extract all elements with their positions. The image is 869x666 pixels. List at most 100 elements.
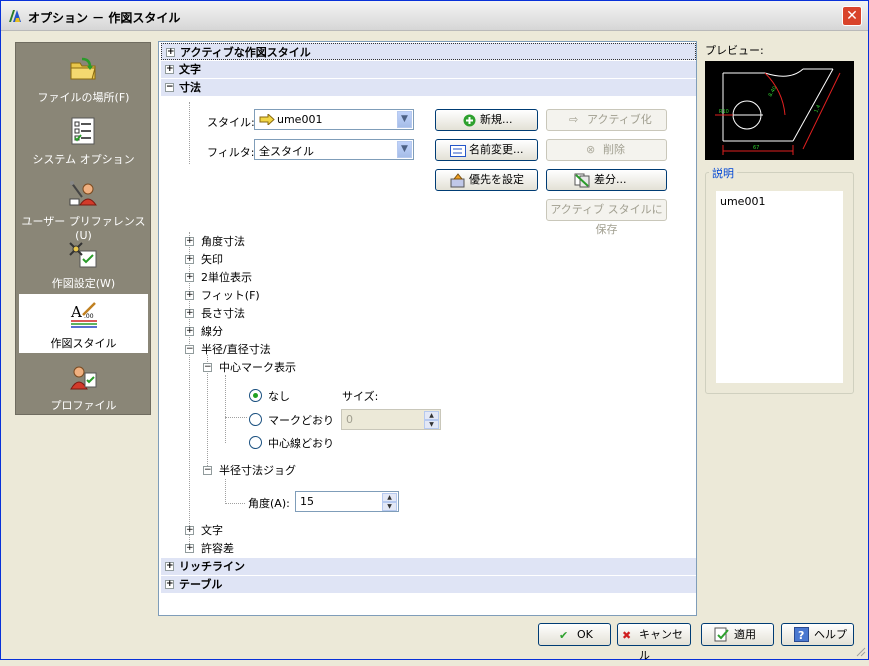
expand-icon[interactable]: +	[185, 544, 194, 553]
tree-item-label: 長さ寸法	[201, 307, 245, 320]
tree-guide-line	[225, 479, 226, 504]
activate-button[interactable]: ⇨ アクティブ化	[546, 109, 667, 131]
checkmark-icon: ✔	[559, 629, 569, 642]
resize-grip-icon[interactable]	[854, 645, 866, 657]
help-button[interactable]: ? ヘルプ	[781, 623, 854, 646]
sidebar-item-label: 作図スタイル	[50, 337, 117, 350]
sidebar-item-drawing-settings[interactable]: 作図設定(W)	[18, 234, 149, 295]
delete-icon: ⊗	[586, 143, 596, 156]
cancel-button[interactable]: ✖ キャンセル	[617, 623, 691, 662]
button-label: OK	[577, 628, 593, 641]
set-priority-button[interactable]: 優先を設定	[435, 169, 538, 191]
arrow-right-icon	[259, 114, 275, 125]
tree-section-multiline[interactable]: + リッチライン	[161, 558, 696, 575]
tree-guide-line	[207, 355, 208, 470]
sidebar-item-label: ファイルの場所(F)	[37, 91, 130, 104]
expand-icon[interactable]: +	[165, 580, 174, 589]
tree-guide-line	[225, 375, 226, 443]
help-icon: ?	[794, 627, 809, 642]
expand-icon[interactable]: +	[165, 562, 174, 571]
expand-icon[interactable]: +	[185, 273, 194, 282]
collapse-icon[interactable]: −	[203, 363, 212, 372]
close-button[interactable]: ✕	[842, 6, 862, 26]
expand-icon[interactable]: +	[185, 255, 194, 264]
window-title: オプション － 作図スタイル	[28, 11, 181, 25]
tree-item-label: 許容差	[201, 542, 234, 555]
tree-item-label: 半径寸法ジョグ	[219, 464, 296, 477]
description-text: ume001	[720, 195, 766, 208]
tree-item-label: 矢印	[201, 253, 223, 266]
style-select[interactable]: ume001 ▼	[254, 109, 414, 130]
spin-down-icon[interactable]: ▼	[382, 502, 397, 511]
center-mark-size-spinner[interactable]: 0 ▲ ▼	[341, 409, 441, 430]
jog-angle-spinner[interactable]: 15 ▲ ▼	[295, 491, 399, 512]
svg-text:A: A	[70, 303, 82, 321]
preview-dim-width: 67	[753, 145, 759, 151]
tree-section-label: アクティブな作図スタイル	[180, 46, 311, 59]
spin-up-icon[interactable]: ▲	[424, 411, 439, 420]
tree-section-text[interactable]: + 文字	[161, 61, 696, 78]
sidebar-item-drafting-style[interactable]: A .00 作図スタイル	[18, 293, 149, 354]
apply-button[interactable]: 適用	[701, 623, 774, 646]
tree-guide-line	[225, 417, 247, 418]
rename-button[interactable]: 名前変更...	[435, 139, 538, 161]
sidebar-item-profile[interactable]: プロファイル	[18, 356, 149, 417]
sidebar-item-label: システム オプション	[32, 153, 135, 166]
x-icon: ✖	[622, 629, 632, 642]
options-dialog: オプション － 作図スタイル ✕ ファイルの場所(F) システム オプション ユ…	[0, 0, 869, 662]
expand-icon[interactable]: +	[185, 237, 194, 246]
jog-angle-label: 角度(A):	[248, 497, 290, 510]
center-mark-mark-radio[interactable]	[249, 413, 262, 426]
delete-button[interactable]: ⊗ 削除	[546, 139, 667, 161]
collapse-icon[interactable]: −	[185, 345, 194, 354]
center-mark-centerline-label: 中心線どおり	[268, 437, 334, 450]
chevron-down-icon[interactable]: ▼	[397, 111, 412, 128]
size-label: サイズ:	[342, 390, 379, 403]
drafting-style-icon: A .00	[70, 302, 97, 328]
tree-section-table[interactable]: + テーブル	[161, 576, 696, 593]
diff-button[interactable]: 差分...	[546, 169, 667, 191]
filter-value: 全スタイル	[259, 145, 314, 158]
tree-item-label: フィット(F)	[201, 289, 260, 302]
expand-icon[interactable]: +	[166, 48, 175, 57]
tree-section-dimension[interactable]: − 寸法	[161, 79, 696, 96]
expand-icon[interactable]: +	[185, 526, 194, 535]
sidebar-item-user-preferences[interactable]: ユーザー プリファレンス(U)	[18, 172, 149, 242]
ok-button[interactable]: ✔ OK	[538, 623, 611, 646]
center-mark-centerline-radio[interactable]	[249, 436, 262, 449]
expand-icon[interactable]: +	[185, 291, 194, 300]
settings-tree[interactable]: + アクティブな作図スタイル + 文字 − 寸法 スタイル: ume001 ▼ …	[158, 41, 697, 616]
jog-angle-value: 15	[300, 495, 314, 508]
sidebar-item-system-options[interactable]: システム オプション	[18, 110, 149, 171]
app-logo-icon	[9, 10, 21, 22]
dimension-preview-image: R10 8.40 1.4 67	[715, 68, 841, 155]
size-value: 0	[346, 413, 353, 426]
tree-section-active-drafting-style[interactable]: + アクティブな作図スタイル	[161, 43, 696, 60]
tree-section-label: リッチライン	[179, 560, 245, 573]
drawing-settings-icon	[69, 242, 97, 268]
spin-down-icon[interactable]: ▼	[424, 420, 439, 429]
button-label: 適用	[734, 628, 756, 641]
sidebar-item-file-locations[interactable]: ファイルの場所(F)	[18, 48, 149, 109]
collapse-icon[interactable]: −	[165, 83, 174, 92]
title-bar[interactable]: オプション － 作図スタイル ✕	[1, 1, 868, 31]
tree-section-label: 文字	[179, 63, 201, 76]
save-to-active-style-button[interactable]: アクティブ スタイルに保存	[546, 199, 667, 236]
style-value: ume001	[277, 113, 323, 126]
compare-icon	[574, 173, 590, 188]
expand-icon[interactable]: +	[185, 327, 194, 336]
collapse-icon[interactable]: −	[203, 466, 212, 475]
expand-icon[interactable]: +	[185, 309, 194, 318]
chevron-down-icon[interactable]: ▼	[397, 141, 412, 158]
tree-item-label: 半径/直径寸法	[201, 343, 271, 356]
new-style-button[interactable]: 新規...	[435, 109, 538, 131]
center-mark-none-radio[interactable]	[249, 389, 262, 402]
sidebar-item-label: プロファイル	[50, 399, 117, 412]
button-label: 差分...	[594, 173, 627, 186]
arrow-right-icon: ⇨	[569, 113, 579, 126]
expand-icon[interactable]: +	[165, 65, 174, 74]
filter-select[interactable]: 全スタイル ▼	[254, 139, 414, 160]
sidebar-item-label: 作図設定(W)	[51, 277, 116, 290]
button-label: 新規...	[480, 113, 513, 126]
spin-up-icon[interactable]: ▲	[382, 493, 397, 502]
